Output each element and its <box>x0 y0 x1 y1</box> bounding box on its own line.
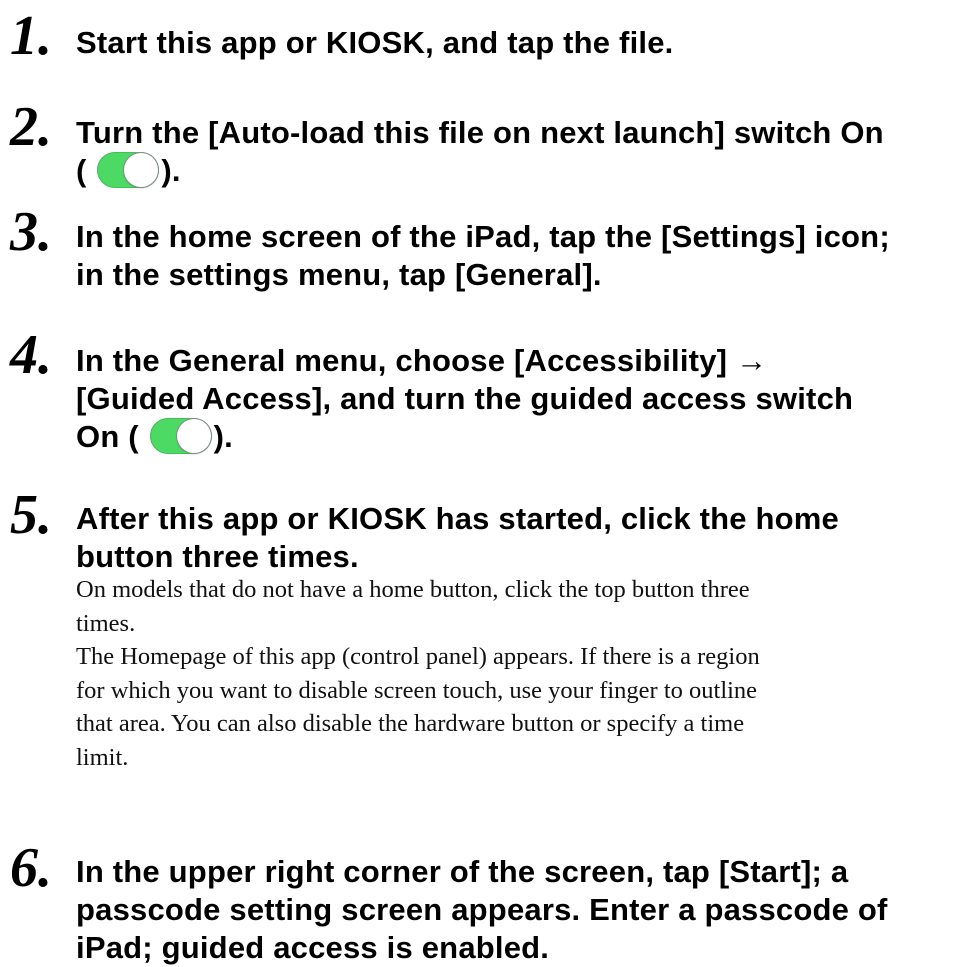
step-description-line: The Homepage of this app (control panel)… <box>76 643 760 670</box>
step-number: 3. <box>10 201 52 263</box>
step-title-line: ( ). <box>76 152 956 190</box>
step-description-line: that area. You can also disable the hard… <box>76 710 745 737</box>
step-title: In the home screen of the iPad, tap the … <box>76 218 956 294</box>
step-description-line: for which you want to disable screen tou… <box>76 676 758 704</box>
step-number-digit: 4 <box>10 324 38 386</box>
step-description: On models that do not have a home button… <box>76 573 960 774</box>
step-title: Turn the [Auto-load this file on next la… <box>76 114 956 190</box>
step-number-digit: 2 <box>10 96 38 158</box>
step-number-digit: 5 <box>10 484 38 546</box>
toggle-knob <box>176 419 211 453</box>
step-number: 4. <box>10 324 52 386</box>
toggle-line-before: On ( <box>76 419 139 454</box>
step-title-line: In the upper right corner of the screen,… <box>76 854 849 889</box>
step-title-line: Turn the [Auto-load this file on next la… <box>76 115 884 150</box>
toggle-line-after: ). <box>213 419 233 454</box>
toggle-line-before: ( <box>76 153 87 188</box>
step-title: In the upper right corner of the screen,… <box>76 853 956 967</box>
step-description-line: times. <box>76 609 136 637</box>
toggle-switch-on-icon <box>97 152 160 188</box>
toggle-knob <box>124 153 159 187</box>
step-description-line: On models that do not have a home button… <box>76 576 750 603</box>
step-number: 6. <box>10 837 52 899</box>
step-title: Start this app or KIOSK, and tap the fil… <box>76 24 956 62</box>
step-title-line: After this app or KIOSK has started, cli… <box>76 501 839 536</box>
step-title-line: In the General menu, choose [Accessibili… <box>76 343 768 378</box>
toggle-switch-on-icon <box>149 418 212 454</box>
step-title: In the General menu, choose [Accessibili… <box>76 342 956 456</box>
step-title-line: passcode setting screen appears. Enter a… <box>76 892 888 927</box>
step-title-line: [Guided Access], and turn the guided acc… <box>76 381 854 416</box>
step-number: 2. <box>10 96 52 158</box>
step-title: After this app or KIOSK has started, cli… <box>76 500 956 576</box>
step-number: 5. <box>10 484 52 546</box>
step-number: 1. <box>10 5 52 67</box>
toggle-line-after: ). <box>161 153 181 188</box>
step-title-line: On ( ). <box>76 418 956 456</box>
step-title-line: button three times. <box>76 539 359 574</box>
step-title-line: Start this app or KIOSK, and tap the fil… <box>76 25 674 60</box>
step-title-line: in the settings menu, tap [General]. <box>76 257 602 292</box>
step-number-digit: 3 <box>10 201 38 263</box>
step-number-digit: 6 <box>10 837 38 899</box>
step-title-line: iPad; guided access is enabled. <box>76 930 550 965</box>
step-description-line: limit. <box>76 743 129 771</box>
step-title-line: In the home screen of the iPad, tap the … <box>76 219 890 254</box>
step-number-digit: 1 <box>10 5 38 67</box>
